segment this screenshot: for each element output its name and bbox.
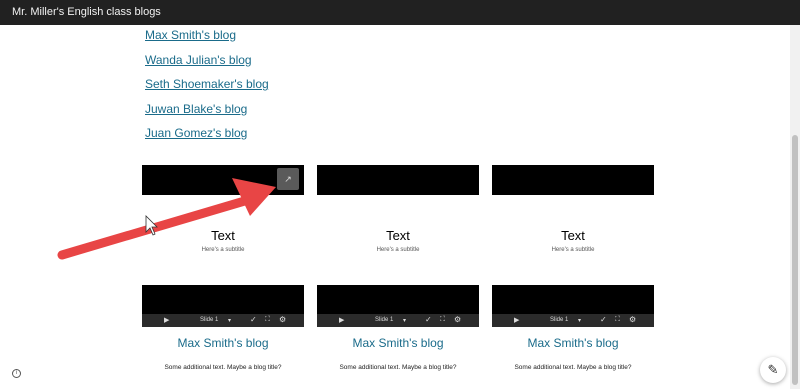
annotation-arrow	[57, 178, 276, 260]
arrow-shaft	[57, 195, 253, 260]
info-icon[interactable]: i	[12, 369, 21, 378]
pencil-icon[interactable]: ✎	[760, 357, 786, 383]
arrow-head	[232, 178, 276, 216]
